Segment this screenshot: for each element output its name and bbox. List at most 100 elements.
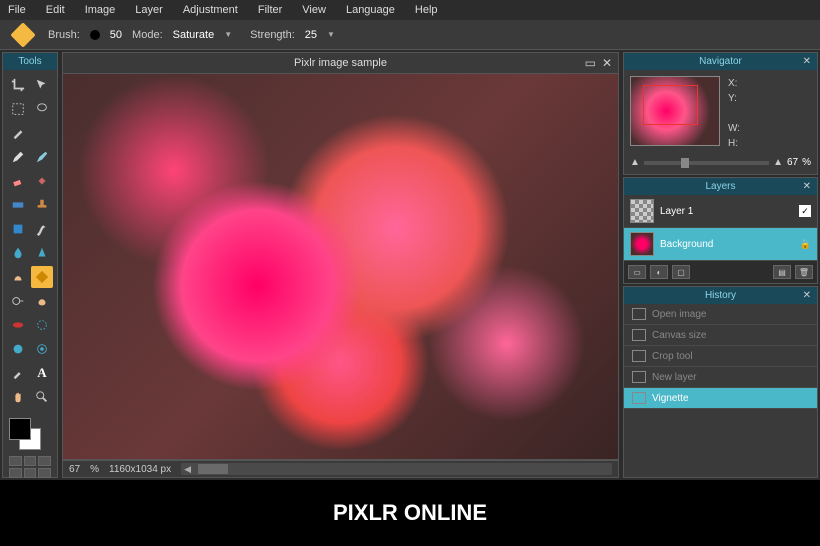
zoom-tool[interactable] — [31, 386, 53, 408]
dropdown-icon[interactable]: ▼ — [327, 30, 335, 39]
foreground-color-swatch[interactable] — [9, 418, 31, 440]
layer-settings-button[interactable]: ▤ — [773, 265, 791, 279]
brush-preview-icon[interactable] — [90, 30, 100, 40]
wand-tool[interactable] — [7, 122, 29, 144]
swatch-grid[interactable] — [9, 456, 51, 478]
lasso-tool[interactable] — [31, 98, 53, 120]
layer-name[interactable]: Layer 1 — [660, 206, 793, 217]
move-tool[interactable] — [31, 74, 53, 96]
close-icon[interactable]: ✕ — [803, 181, 811, 192]
mode-select[interactable]: Saturate — [173, 29, 215, 41]
canvas-image — [63, 74, 618, 459]
burn-tool[interactable] — [31, 290, 53, 312]
strength-value[interactable]: 25 — [305, 29, 317, 41]
document-title: Pixlr image sample — [294, 57, 387, 69]
layers-toolbar: ▭ ◐ ▢ ▤ 🗑 — [624, 261, 817, 283]
history-item[interactable]: Vignette — [624, 388, 817, 409]
bloat-tool[interactable] — [7, 338, 29, 360]
menu-language[interactable]: Language — [346, 4, 395, 16]
strength-label: Strength: — [250, 29, 295, 41]
crop-tool[interactable] — [7, 74, 29, 96]
zoom-out-icon[interactable]: ▲ — [630, 157, 640, 168]
dodge-tool[interactable] — [7, 290, 29, 312]
stamp-tool[interactable] — [31, 194, 53, 216]
layer-row[interactable]: Background 🔒 — [624, 228, 817, 261]
menu-layer[interactable]: Layer — [135, 4, 163, 16]
eyedropper-tool[interactable] — [7, 362, 29, 384]
history-header[interactable]: History✕ — [624, 287, 817, 304]
layers-panel: Layers✕ Layer 1 ✓ Background 🔒 ▭ ◐ ▢ ▤ 🗑 — [623, 177, 818, 284]
draw-tool[interactable] — [31, 218, 53, 240]
close-icon[interactable]: ✕ — [602, 56, 612, 70]
zoom-unit: % — [90, 464, 99, 475]
marquee-tool[interactable] — [7, 98, 29, 120]
visibility-checkbox[interactable]: ✓ — [799, 205, 811, 217]
options-bar: Brush: 50 Mode: Saturate ▼ Strength: 25 … — [0, 20, 820, 50]
pinch-tool[interactable] — [31, 338, 53, 360]
navigator-thumbnail[interactable] — [630, 76, 720, 146]
history-item[interactable]: Crop tool — [624, 346, 817, 367]
menu-help[interactable]: Help — [415, 4, 438, 16]
brush-label: Brush: — [48, 29, 80, 41]
color-picker[interactable] — [9, 418, 41, 450]
zoom-in-icon[interactable]: ▲ — [773, 157, 783, 168]
sponge-tool[interactable] — [31, 266, 53, 288]
type-tool[interactable]: A — [31, 362, 53, 384]
lock-icon[interactable]: 🔒 — [800, 239, 811, 250]
history-item[interactable]: New layer — [624, 367, 817, 388]
navigator-viewport-rect[interactable] — [643, 85, 698, 125]
gradient-tool[interactable] — [7, 194, 29, 216]
layer-style-button[interactable]: ▢ — [672, 265, 690, 279]
document-title-bar[interactable]: Pixlr image sample ▭ ✕ — [62, 52, 619, 74]
menu-file[interactable]: File — [8, 4, 26, 16]
menu-image[interactable]: Image — [85, 4, 116, 16]
menu-view[interactable]: View — [302, 4, 326, 16]
active-tool-icon — [10, 22, 35, 47]
blur-tool[interactable] — [7, 242, 29, 264]
navigator-panel: Navigator✕ X:Y: W:H: ▲ ▲ 67 % — [623, 52, 818, 175]
navigator-zoom-value[interactable]: 67 — [787, 157, 798, 168]
close-icon[interactable]: ✕ — [803, 56, 811, 67]
redeye-tool[interactable] — [7, 314, 29, 336]
history-step-icon — [632, 371, 646, 383]
tools-header: Tools — [3, 53, 57, 70]
history-panel: History✕ Open image Canvas size Crop too… — [623, 286, 818, 478]
history-item[interactable]: Canvas size — [624, 325, 817, 346]
navigator-header[interactable]: Navigator✕ — [624, 53, 817, 70]
zoom-value[interactable]: 67 — [69, 464, 80, 475]
pencil-tool[interactable] — [7, 146, 29, 168]
smudge-tool[interactable] — [7, 266, 29, 288]
layer-thumbnail[interactable] — [630, 199, 654, 223]
brush-tool[interactable] — [31, 146, 53, 168]
navigator-zoom-unit: % — [802, 157, 811, 168]
dropdown-icon[interactable]: ▼ — [224, 30, 232, 39]
canvas-dimensions: 1160x1034 px — [109, 464, 171, 475]
new-layer-button[interactable]: ▭ — [628, 265, 646, 279]
bucket-tool[interactable] — [31, 170, 53, 192]
canvas[interactable] — [62, 74, 619, 460]
layer-row[interactable]: Layer 1 ✓ — [624, 195, 817, 228]
layers-header[interactable]: Layers✕ — [624, 178, 817, 195]
zoom-slider[interactable] — [644, 161, 769, 165]
menu-bar: File Edit Image Layer Adjustment Filter … — [0, 0, 820, 20]
spot-heal-tool[interactable] — [31, 314, 53, 336]
menu-adjustment[interactable]: Adjustment — [183, 4, 238, 16]
status-bar: 67 % 1160x1034 px ◀ — [62, 460, 619, 478]
hand-tool[interactable] — [7, 386, 29, 408]
history-step-icon — [632, 392, 646, 404]
sharpen-tool[interactable] — [31, 242, 53, 264]
page-caption: PIXLR ONLINE — [0, 480, 820, 546]
minimize-icon[interactable]: ▭ — [585, 56, 596, 70]
replace-color-tool[interactable] — [7, 218, 29, 240]
history-item[interactable]: Open image — [624, 304, 817, 325]
menu-edit[interactable]: Edit — [46, 4, 65, 16]
horizontal-scrollbar[interactable]: ◀ — [181, 463, 612, 475]
eraser-tool[interactable] — [7, 170, 29, 192]
layer-thumbnail[interactable] — [630, 232, 654, 256]
layer-mask-button[interactable]: ◐ — [650, 265, 668, 279]
menu-filter[interactable]: Filter — [258, 4, 282, 16]
brush-size-value[interactable]: 50 — [110, 29, 122, 41]
layer-name[interactable]: Background — [660, 239, 794, 250]
delete-layer-button[interactable]: 🗑 — [795, 265, 813, 279]
close-icon[interactable]: ✕ — [803, 290, 811, 301]
